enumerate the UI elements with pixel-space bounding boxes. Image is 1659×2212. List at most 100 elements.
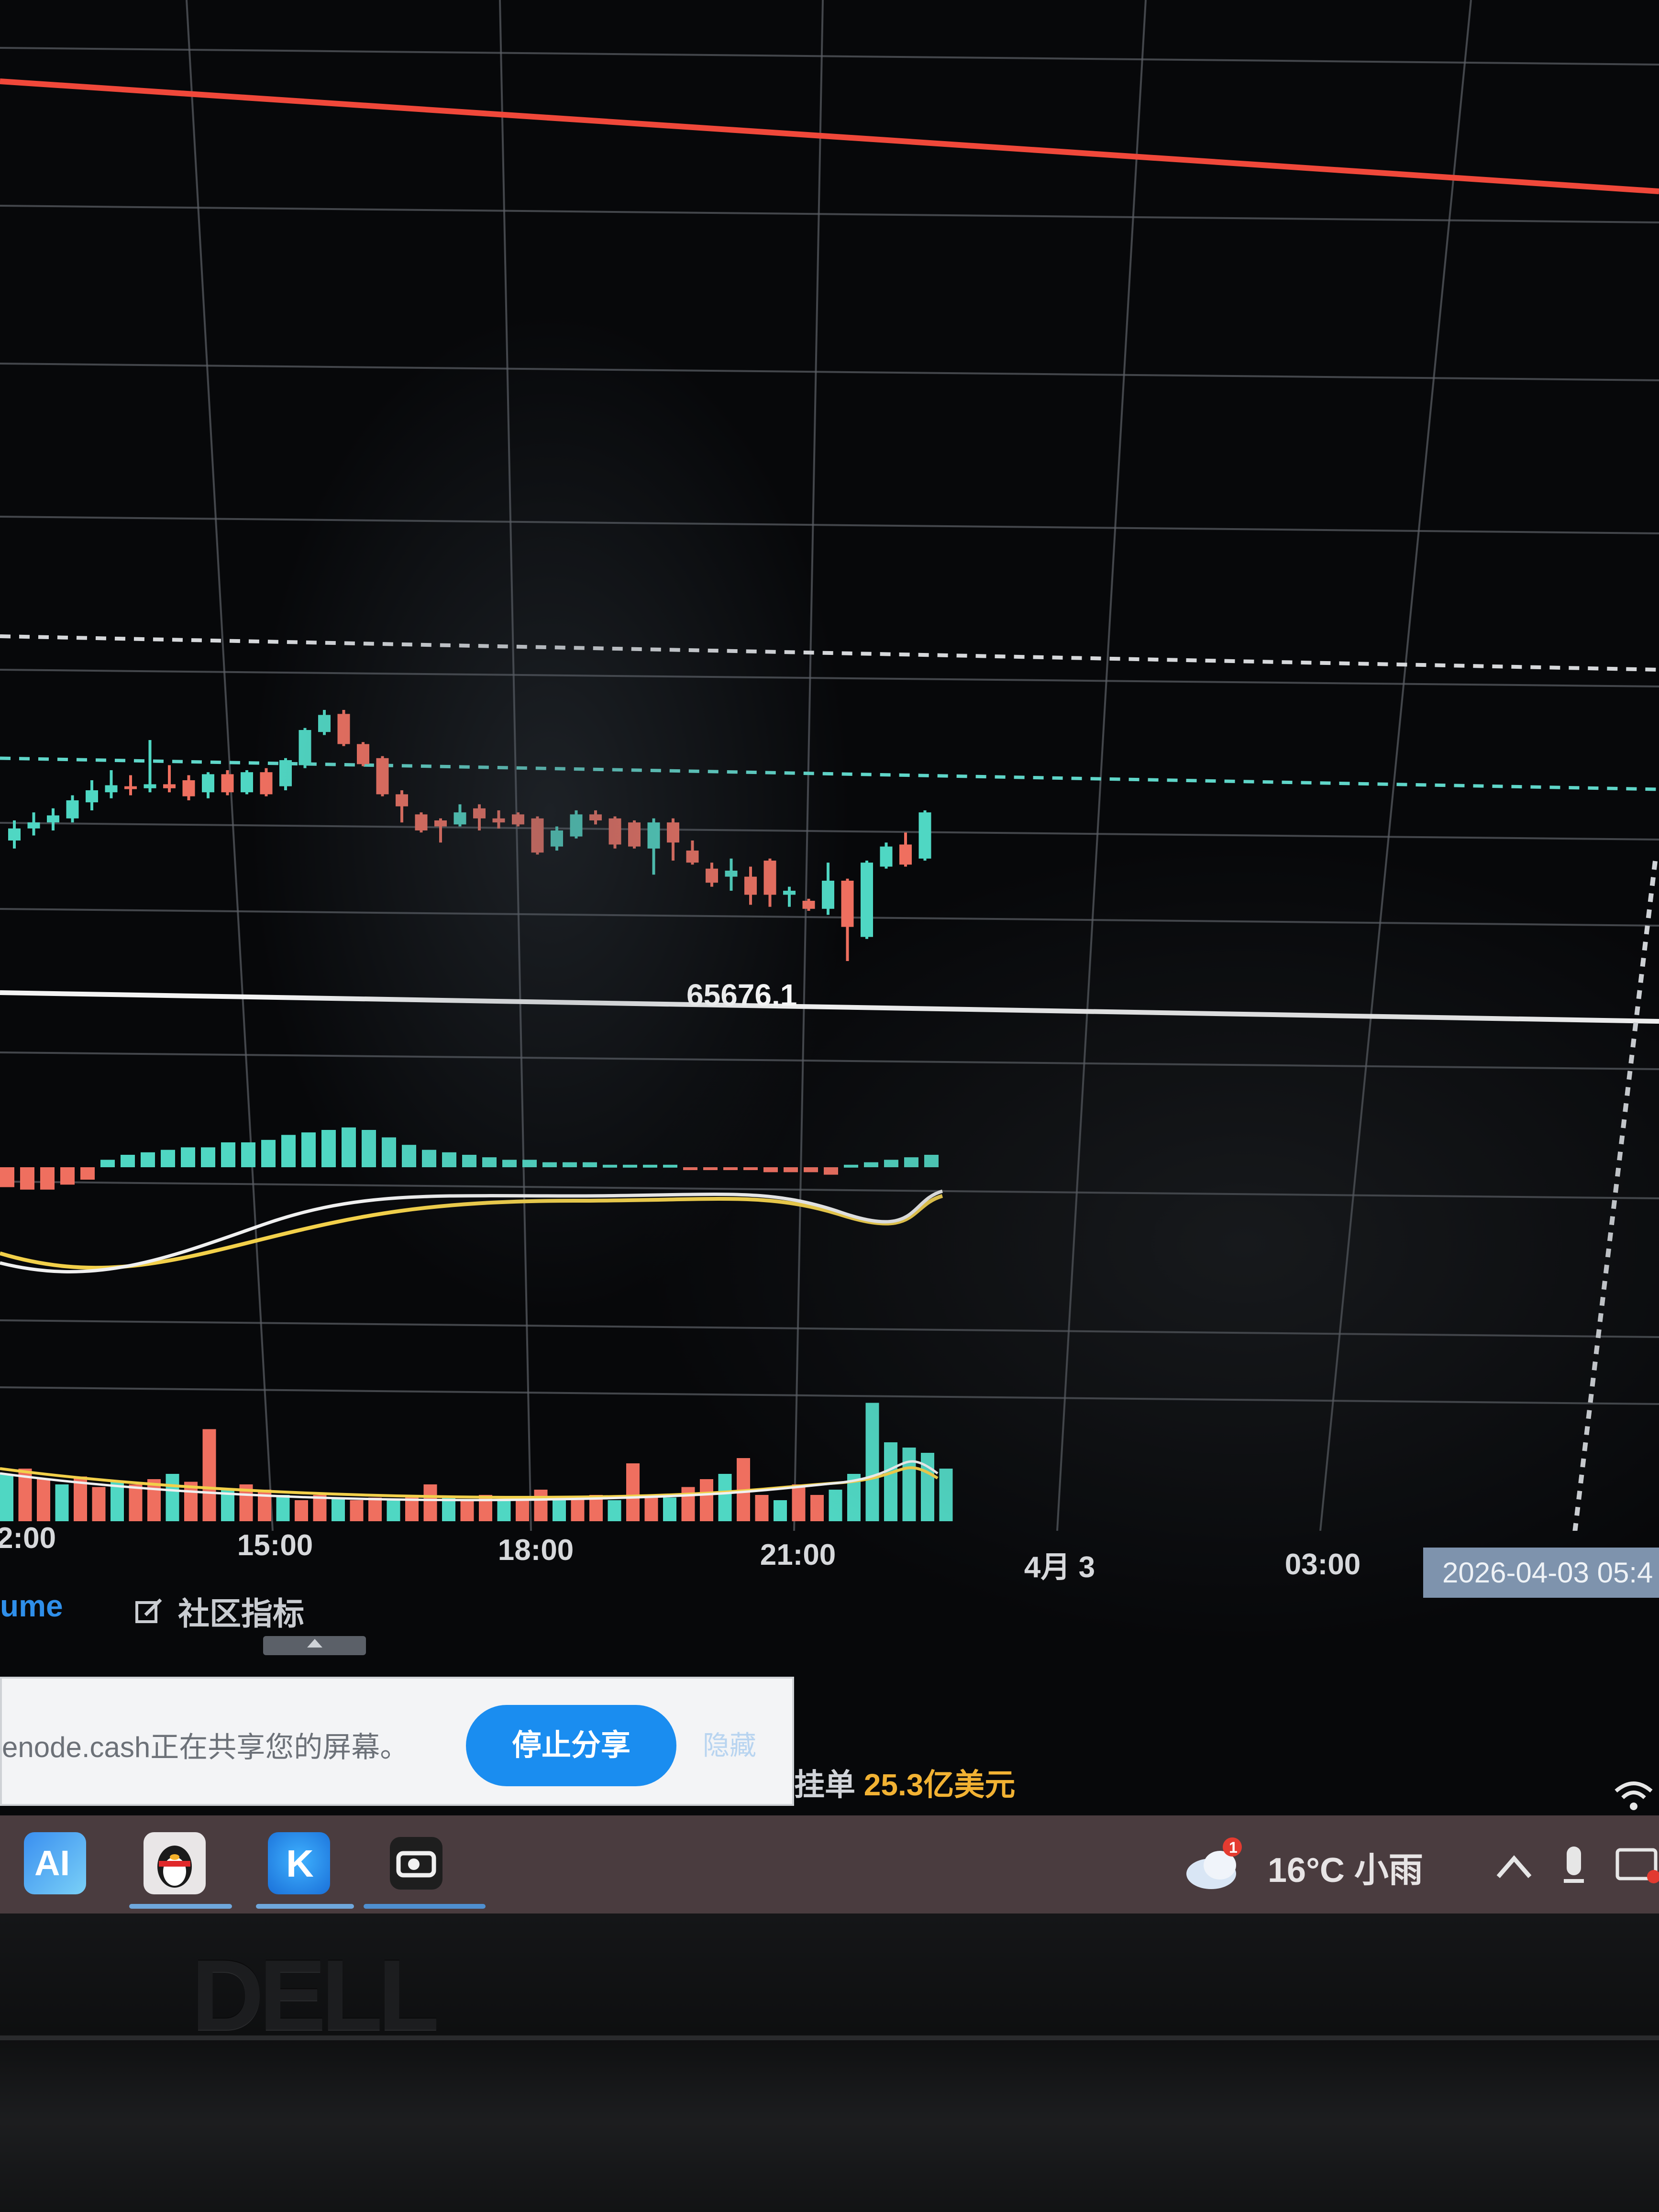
volume-bar	[516, 1497, 529, 1521]
pending-orders: 挂单 25.3亿美元	[794, 1760, 1015, 1804]
candle-body	[8, 828, 21, 841]
macd-bar	[723, 1167, 738, 1170]
weather-badge: 1	[1229, 1839, 1238, 1856]
stop-sharing-button[interactable]: 停止分享	[466, 1705, 676, 1786]
penguin-icon	[157, 1846, 192, 1888]
volume-bar	[608, 1500, 621, 1521]
macd-dea-line	[0, 1194, 943, 1270]
hide-button[interactable]: 隐藏	[703, 1724, 756, 1763]
macd-bar	[141, 1152, 155, 1167]
volume-bar	[350, 1500, 364, 1521]
macd-bar	[342, 1127, 356, 1167]
candle-body	[163, 784, 176, 788]
x-tick-label: 15:00	[237, 1529, 313, 1562]
macd-bar	[161, 1150, 175, 1167]
candle-body	[802, 901, 815, 909]
candle-body	[841, 881, 854, 927]
candle-body	[918, 812, 931, 859]
grid-line	[1319, 0, 1472, 1531]
x-tick-label: 03:00	[1284, 1548, 1361, 1581]
chart-grid	[0, 0, 1659, 1531]
k-app-icon[interactable]: K	[268, 1832, 330, 1894]
display-icon[interactable]	[1615, 1844, 1659, 1890]
candle-body	[376, 758, 389, 795]
price-chart[interactable]: 65676.1	[0, 0, 1659, 1531]
volume-bar	[129, 1484, 143, 1521]
volume-bar	[700, 1479, 713, 1521]
macd-bar	[20, 1167, 34, 1190]
chart-overlays	[0, 78, 1659, 1531]
volume-bar	[884, 1442, 897, 1521]
volume-bar	[755, 1495, 769, 1521]
x-tick-label: 21:00	[760, 1538, 836, 1571]
share-notice-text: enode.cash正在共享您的屏幕。	[2, 1731, 409, 1763]
weather-text[interactable]: 16°C 小雨	[1268, 1842, 1423, 1892]
volume-bar	[644, 1495, 658, 1521]
chevron-up-icon[interactable]	[1493, 1849, 1536, 1882]
volume-bar	[626, 1463, 640, 1521]
macd-bar	[201, 1147, 215, 1167]
grid-line	[186, 0, 274, 1531]
macd-bar	[261, 1139, 276, 1167]
candle-body	[589, 814, 602, 820]
grid-line	[0, 205, 1659, 223]
macd-bar	[281, 1135, 296, 1167]
volume-tab[interactable]: ume	[0, 1588, 63, 1624]
volume-bar	[55, 1484, 69, 1521]
candle-body	[27, 822, 40, 829]
edit-icon	[135, 1598, 162, 1623]
macd-bar	[362, 1130, 376, 1167]
candle-body	[861, 863, 873, 937]
candle-body	[744, 876, 757, 895]
wifi-icon[interactable]	[1612, 1775, 1655, 1813]
grid-line	[0, 669, 1659, 687]
candle-body	[124, 786, 137, 789]
grid-line	[793, 0, 824, 1531]
macd-bar	[181, 1147, 195, 1167]
pending-orders-label: 挂单	[794, 1768, 855, 1802]
community-indicator-button[interactable]: 社区指标	[134, 1588, 304, 1634]
macd-bar	[382, 1137, 396, 1167]
candle-body	[182, 780, 195, 796]
qq-app-icon[interactable]	[144, 1832, 206, 1894]
grid-line	[0, 47, 1659, 66]
macd-bar	[462, 1155, 476, 1167]
grid-line	[499, 0, 532, 1531]
microphone-icon[interactable]	[1557, 1842, 1591, 1890]
min-price-label: 65676.1	[686, 978, 797, 1012]
collapse-handle[interactable]	[263, 1636, 366, 1655]
min-price-line	[0, 990, 1659, 1024]
candle-body	[492, 818, 505, 823]
macd-bar	[40, 1167, 55, 1190]
macd-bar	[0, 1167, 14, 1187]
capture-app-icon[interactable]	[390, 1837, 442, 1890]
ai-app-icon[interactable]: AI	[24, 1832, 86, 1894]
candle-body	[647, 822, 660, 849]
macd-bar	[703, 1167, 718, 1170]
x-tick-label: 4月 3	[1024, 1551, 1095, 1584]
weather-icon[interactable]: 1	[1182, 1835, 1249, 1897]
grid-line	[0, 516, 1659, 534]
x-tick-label: 2:00	[0, 1522, 56, 1555]
app-running-indicator	[256, 1904, 354, 1909]
macd-bar	[241, 1142, 255, 1167]
candle-body	[241, 772, 253, 793]
crosshair-line	[1572, 861, 1658, 1531]
grid-line	[0, 1386, 1659, 1405]
macd-bar	[763, 1167, 778, 1172]
taskbar: AI K 1 16°C 小雨	[0, 1815, 1659, 1913]
volume-bar	[902, 1448, 916, 1521]
macd-bar	[583, 1162, 597, 1167]
x-tick-label: 18:00	[498, 1534, 574, 1567]
macd-bar	[884, 1160, 898, 1167]
volume-bar	[571, 1497, 585, 1521]
macd-bar	[844, 1164, 858, 1168]
k-app-label: K	[286, 1842, 314, 1885]
grid-line	[0, 363, 1659, 381]
candle-body	[299, 730, 311, 765]
candle-body	[473, 808, 486, 818]
volume-bar	[0, 1474, 13, 1521]
candle-body	[512, 814, 524, 825]
volume-panel	[0, 1403, 953, 1521]
candle-body	[763, 861, 776, 895]
